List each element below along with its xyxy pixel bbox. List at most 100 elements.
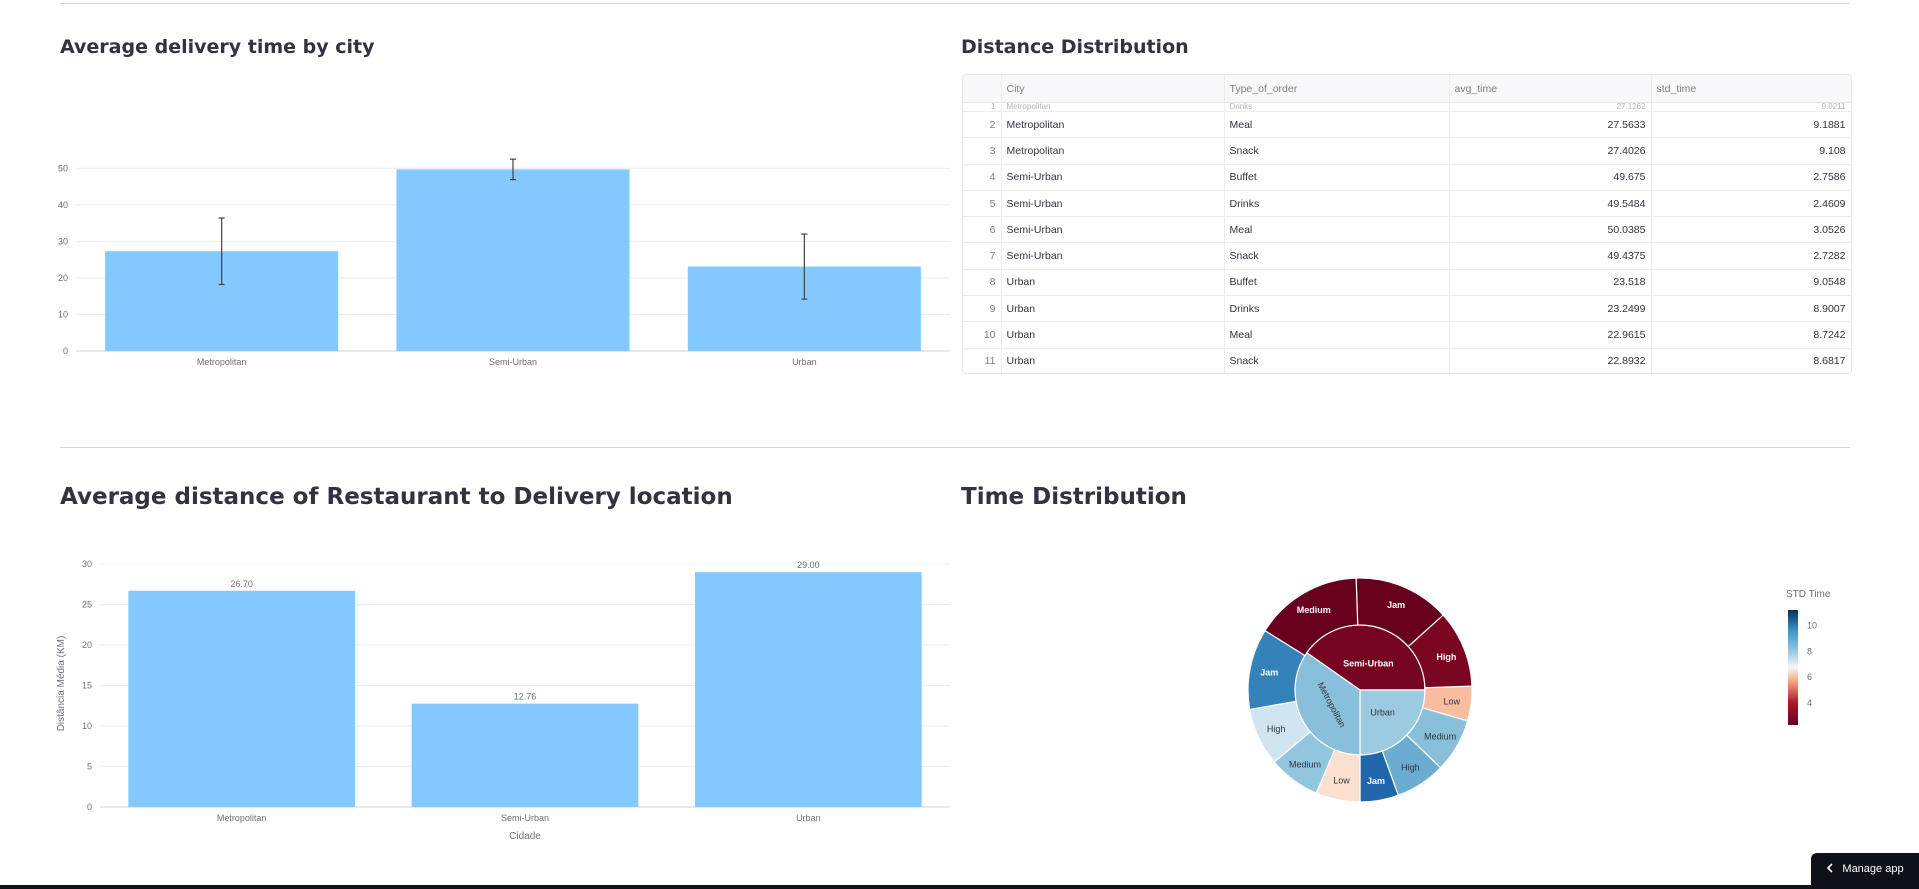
table-cell: Urban — [1001, 321, 1225, 349]
colorbar-tick-label: 8 — [1807, 646, 1812, 656]
data-label: 26.70 — [230, 579, 253, 589]
distance-table[interactable]: City Type_of_order avg_time std_time 1 Metro… — [962, 74, 1852, 374]
middle-divider — [60, 447, 1850, 448]
sunburst-outer-label: Medium — [1289, 759, 1321, 769]
sunburst-outer-label: High — [1401, 763, 1420, 773]
data-label: 12.76 — [514, 692, 537, 702]
manage-app-button[interactable]: Manage app — [1811, 853, 1919, 885]
table-cell: 23.518 — [1449, 269, 1652, 297]
y-tick-label: 0 — [63, 346, 68, 356]
column-header[interactable]: Type_of_order — [1224, 75, 1450, 103]
table-cell: 2.7282 — [1651, 242, 1851, 270]
table-cell: 6 — [963, 216, 1002, 244]
distance-distribution-title: Distance Distribution — [961, 36, 1189, 58]
table-cell: 4 — [963, 164, 1002, 191]
y-tick-label: 20 — [82, 640, 92, 650]
table-row[interactable]: 8 Urban Buffet 23.518 9.0548 — [963, 269, 1851, 297]
table-row[interactable]: 9 Urban Drinks 23.2499 8.9007 — [963, 295, 1851, 323]
table-cell: Meal — [1224, 216, 1450, 244]
y-tick-label: 0 — [87, 802, 92, 812]
avg-distance-title: Average distance of Restaurant to Delive… — [60, 484, 733, 510]
sunburst-inner-label: Urban — [1370, 708, 1395, 718]
y-tick-label: 30 — [82, 560, 92, 569]
sunburst-svg: Semi-UrbanUrbanMetropolitanJamHighLowMed… — [1247, 577, 1473, 803]
x-tick-label: Semi-Urban — [489, 357, 537, 367]
table-cell: Buffet — [1224, 269, 1450, 297]
y-tick-label: 15 — [82, 681, 92, 691]
table-cell: 49.4375 — [1449, 242, 1652, 270]
y-tick-label: 10 — [82, 721, 92, 731]
x-tick-label: Urban — [792, 357, 817, 367]
avg-delivery-chart[interactable]: 0 10 20 30 40 50 Metropolitan Semi-Urban Urban — [40, 150, 960, 380]
table-cell: Urban — [1001, 295, 1225, 323]
x-tick-label: Urban — [796, 813, 821, 823]
column-header[interactable]: std_time — [1651, 75, 1851, 103]
table-cell: Metropolitan — [1001, 137, 1225, 165]
table-cell: 23.2499 — [1449, 295, 1652, 323]
table-cell: Semi-Urban — [1001, 164, 1225, 191]
avg-distance-chart[interactable]: 0 5 10 15 20 25 30 26.70 Metropolitan 12.76 Semi-U… — [40, 560, 960, 850]
table-cell: 9 — [963, 295, 1002, 323]
table-cell: 49.675 — [1449, 164, 1652, 191]
column-header[interactable] — [963, 75, 1002, 103]
top-divider — [60, 3, 1850, 4]
sunburst-outer-label: Medium — [1424, 731, 1456, 741]
column-header[interactable]: avg_time — [1449, 75, 1652, 103]
sunburst-outer-label: Jam — [1260, 667, 1278, 677]
time-distribution-chart[interactable]: Semi-Urban Urban Metropolitan Jam High Low Med… — [1230, 560, 1490, 820]
table-row[interactable]: 7 Semi-Urban Snack 49.4375 2.7282 — [963, 242, 1851, 270]
table-cell: Urban — [1001, 269, 1225, 297]
table-cell: Metropolitan — [1001, 111, 1225, 139]
bar — [128, 590, 355, 807]
sunburst-outer-label: Jam — [1367, 776, 1385, 786]
table-row[interactable]: 1 Metropolitan Drinks 27.1262 9.0211 — [963, 102, 1851, 112]
table-cell: Meal — [1224, 321, 1450, 349]
table-cell: 49.5484 — [1449, 190, 1652, 218]
bar — [411, 703, 639, 807]
table-cell: Snack — [1224, 242, 1450, 270]
table-cell: Drinks — [1224, 190, 1450, 218]
colorbar-tick-label: 4 — [1807, 698, 1812, 708]
table-row[interactable]: 4 Semi-Urban Buffet 49.675 2.7586 — [963, 164, 1851, 191]
y-tick-label: 40 — [58, 200, 68, 210]
sunburst-outer-label: Low — [1444, 696, 1461, 706]
x-tick-label: Metropolitan — [197, 357, 247, 367]
table-cell: Semi-Urban — [1001, 190, 1225, 218]
y-tick-label: 50 — [58, 163, 68, 173]
sunburst-outer-label: Jam — [1387, 600, 1405, 610]
colorbar: STD Time 4 6 8 10 — [1780, 585, 1860, 755]
table-cell: 11 — [963, 348, 1002, 373]
distance-data-table: City Type_of_order avg_time std_time 1 Metro… — [963, 75, 1851, 373]
table-cell: Snack — [1224, 348, 1450, 373]
table-cell: 27.5633 — [1449, 111, 1652, 139]
table-cell: 22.8932 — [1449, 348, 1652, 373]
table-row[interactable]: 6 Semi-Urban Meal 50.0385 3.0526 — [963, 216, 1851, 244]
y-tick-label: 25 — [82, 600, 92, 610]
y-axis-title: Distância Média (KM) — [56, 636, 67, 732]
table-cell: 22.9615 — [1449, 321, 1652, 349]
colorbar-tick-label: 10 — [1807, 621, 1817, 631]
chevron-left-icon — [1826, 862, 1834, 876]
table-row[interactable]: 3 Metropolitan Snack 27.4026 9.108 — [963, 137, 1851, 165]
column-header[interactable]: City — [1001, 75, 1225, 103]
table-cell: 8.6817 — [1651, 348, 1851, 373]
table-cell: 1 — [963, 102, 1002, 112]
x-axis-title: Cidade — [509, 831, 541, 842]
table-cell: 27.4026 — [1449, 137, 1652, 165]
table-row[interactable]: 2 Metropolitan Meal 27.5633 9.1881 — [963, 111, 1851, 139]
table-cell: 5 — [963, 190, 1002, 218]
avg-delivery-title: Average delivery time by city — [60, 36, 375, 58]
table-row[interactable]: 11 Urban Snack 22.8932 8.6817 — [963, 348, 1851, 373]
table-cell: 9.108 — [1651, 137, 1851, 165]
y-tick-label: 10 — [58, 309, 68, 319]
sunburst-inner-label: Semi-Urban — [1343, 658, 1394, 668]
table-cell: 2.7586 — [1651, 164, 1851, 191]
bottom-bar — [0, 885, 1919, 889]
colorbar-title: STD Time — [1786, 589, 1831, 600]
bar — [396, 169, 630, 351]
table-row[interactable]: 5 Semi-Urban Drinks 49.5484 2.4609 — [963, 190, 1851, 218]
table-cell: 27.1262 — [1449, 102, 1652, 112]
table-cell: 9.1881 — [1651, 111, 1851, 139]
table-row[interactable]: 10 Urban Meal 22.9615 8.7242 — [963, 321, 1851, 349]
data-label: 29.00 — [797, 560, 820, 570]
